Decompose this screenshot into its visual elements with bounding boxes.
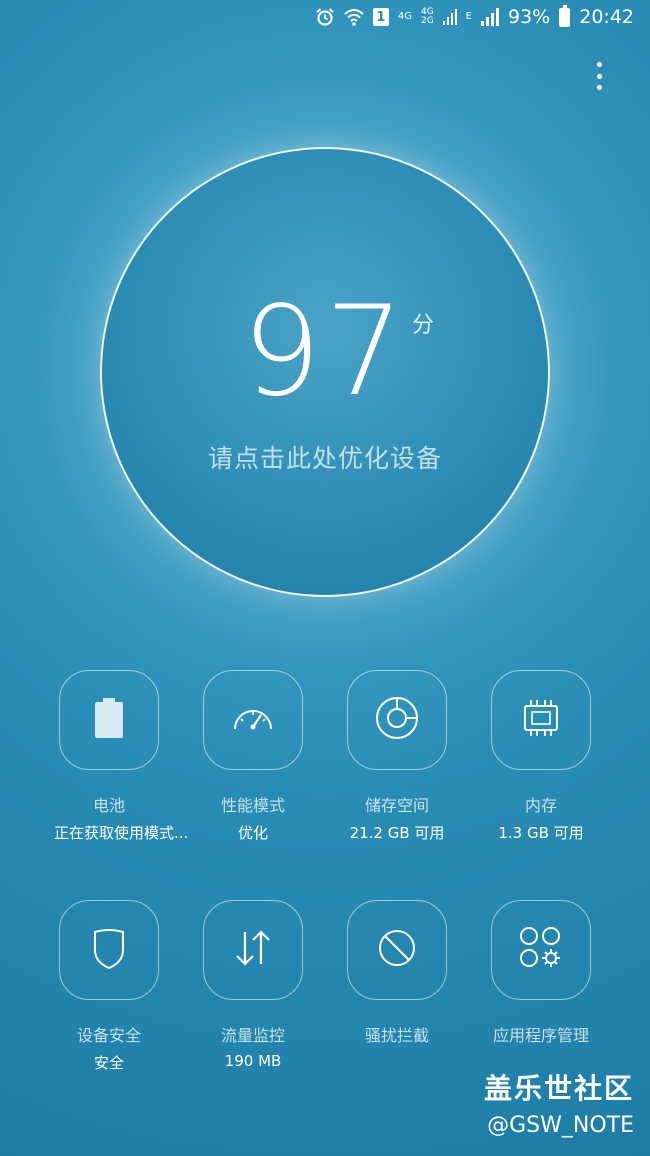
network-e-label: E: [465, 11, 472, 22]
optimize-score-circle[interactable]: 97 分 请点击此处优化设备: [30, 77, 620, 667]
watermark-handle: @GSW_NOTE: [487, 1113, 634, 1138]
tile-battery-box[interactable]: [59, 670, 159, 770]
more-dot: [596, 73, 602, 79]
data-transfer-icon: [231, 928, 275, 972]
tile-app-box[interactable]: [491, 900, 591, 1000]
battery-percent: 93%: [508, 6, 551, 28]
tile-security-box[interactable]: [59, 900, 159, 1000]
tile-app-manager[interactable]: 应用程序管理: [486, 900, 596, 1052]
tile-status: 正在获取使用模式...: [54, 824, 189, 842]
shield-icon: [89, 926, 129, 974]
block-icon: [376, 927, 418, 973]
tile-call-block[interactable]: 骚扰拦截: [342, 900, 452, 1052]
watermark-title: 盖乐世社区: [483, 1072, 634, 1105]
tile-status: 优化: [237, 824, 268, 842]
tile-status: 190 MB: [224, 1052, 282, 1070]
tile-memory-box[interactable]: [491, 670, 591, 770]
optimize-hint[interactable]: 请点击此处优化设备: [100, 439, 550, 475]
battery-icon: [89, 696, 129, 744]
alarm-icon: [315, 7, 335, 27]
tile-data-box[interactable]: [203, 900, 303, 1000]
storage-icon: [374, 695, 420, 745]
tile-label: 电池: [92, 796, 125, 815]
tile-label: 骚扰拦截: [364, 1026, 429, 1045]
tile-performance-mode[interactable]: 性能模式 优化: [198, 670, 308, 843]
clock: 20:42: [579, 6, 634, 28]
score-value: 97: [242, 280, 408, 424]
more-dot: [596, 85, 602, 90]
wifi-icon: [344, 8, 364, 26]
network-4g-label: 4G: [397, 11, 412, 22]
tile-data-monitor[interactable]: 流量监控 190 MB: [198, 900, 308, 1070]
memory-chip-icon: [519, 698, 563, 742]
tile-storage-box[interactable]: [347, 670, 447, 770]
more-options-button[interactable]: [592, 62, 606, 90]
tile-performance-box[interactable]: [203, 670, 303, 770]
battery-icon: [559, 4, 571, 27]
tile-memory[interactable]: 内存 1.3 GB 可用: [486, 670, 596, 843]
more-dot: [596, 62, 602, 67]
tile-status: 安全: [93, 1054, 124, 1072]
watermark: 盖乐世社区 @GSW_NOTE: [484, 1067, 634, 1138]
speedometer-icon: [231, 703, 275, 737]
tile-block-box[interactable]: [347, 900, 447, 1000]
app-manager-icon: [518, 925, 564, 975]
tile-storage[interactable]: 储存空间 21.2 GB 可用: [342, 670, 452, 843]
tile-battery[interactable]: 电池 正在获取使用模式...: [54, 670, 189, 843]
sim-icon: 1: [372, 8, 389, 26]
tile-label: 应用程序管理: [492, 1026, 589, 1045]
signal-icon: [481, 8, 499, 26]
tile-label: 性能模式: [220, 796, 285, 815]
tile-label: 内存: [524, 796, 557, 815]
tile-label: 流量监控: [220, 1026, 285, 1045]
tile-label: 储存空间: [364, 796, 429, 815]
tile-status: 1.3 GB 可用: [498, 824, 584, 842]
tile-label: 设备安全: [76, 1026, 141, 1045]
tile-status: 21.2 GB 可用: [349, 824, 445, 842]
tile-device-security[interactable]: 设备安全 安全: [54, 900, 164, 1073]
network-4g2g-indicator: 4G 2G: [420, 7, 434, 26]
signal-icon-secondary: [442, 9, 457, 25]
status-bar: 1 4G 4G 2G E 93% 20:42: [0, 0, 650, 38]
score-unit: 分: [412, 313, 435, 338]
